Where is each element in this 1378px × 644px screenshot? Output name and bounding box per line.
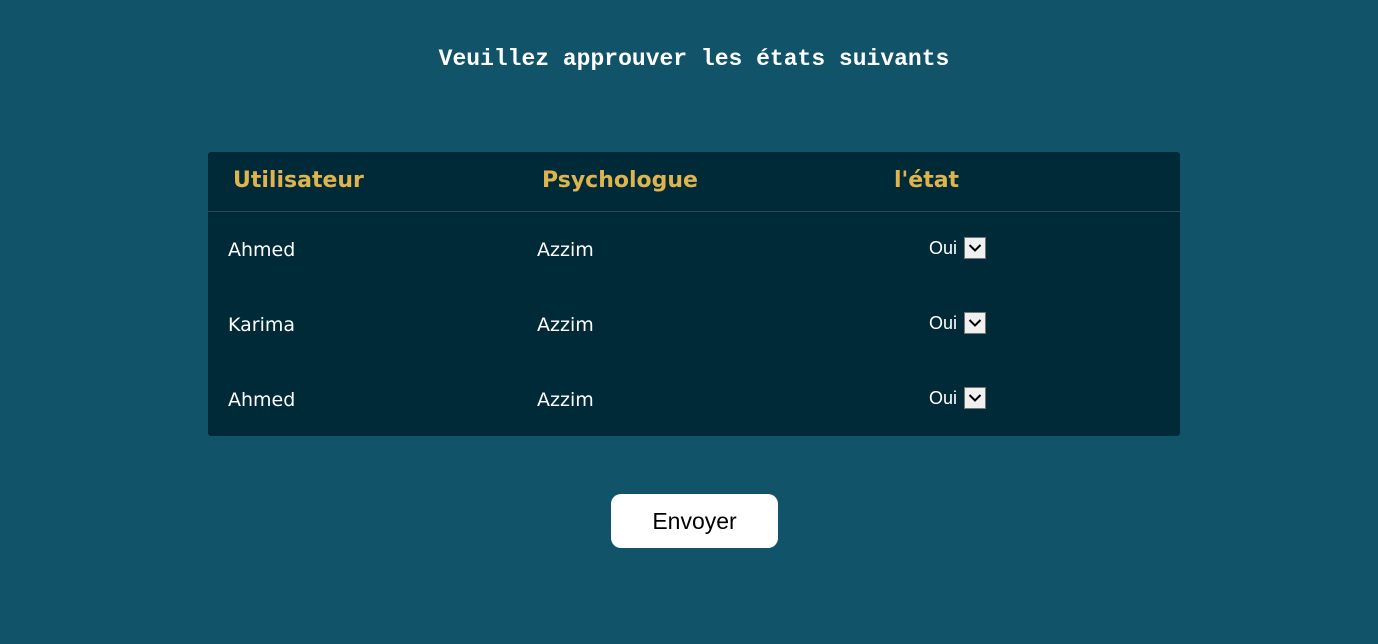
table-row: Karima Azzim Oui (208, 287, 1180, 362)
user-cell: Karima (228, 314, 296, 336)
user-cell: Ahmed (228, 239, 296, 261)
state-select-value: Oui (929, 313, 958, 333)
approval-table: Utilisateur Psychologue l'état Ahmed Azz… (208, 152, 1180, 436)
state-select[interactable]: Oui (929, 312, 987, 334)
column-header-psychologist: Psychologue (542, 168, 698, 193)
state-select[interactable]: Oui (929, 387, 987, 409)
table-row: Ahmed Azzim Oui (208, 362, 1180, 436)
chevron-down-icon[interactable] (964, 237, 987, 259)
psychologist-cell: Azzim (537, 389, 594, 411)
state-select[interactable]: Oui (929, 237, 987, 259)
chevron-down-icon[interactable] (964, 387, 987, 409)
psychologist-cell: Azzim (537, 314, 594, 336)
state-select-value: Oui (929, 388, 958, 408)
chevron-down-icon[interactable] (964, 312, 987, 334)
column-header-user: Utilisateur (233, 168, 364, 193)
state-select-value: Oui (929, 238, 958, 258)
page-title: Veuillez approuver les états suivants (438, 46, 950, 72)
submit-button[interactable]: Envoyer (611, 494, 778, 548)
table-header: Utilisateur Psychologue l'état (208, 152, 1180, 212)
psychologist-cell: Azzim (537, 239, 594, 261)
column-header-state: l'état (894, 168, 960, 193)
user-cell: Ahmed (228, 389, 296, 411)
table-row: Ahmed Azzim Oui (208, 212, 1180, 287)
